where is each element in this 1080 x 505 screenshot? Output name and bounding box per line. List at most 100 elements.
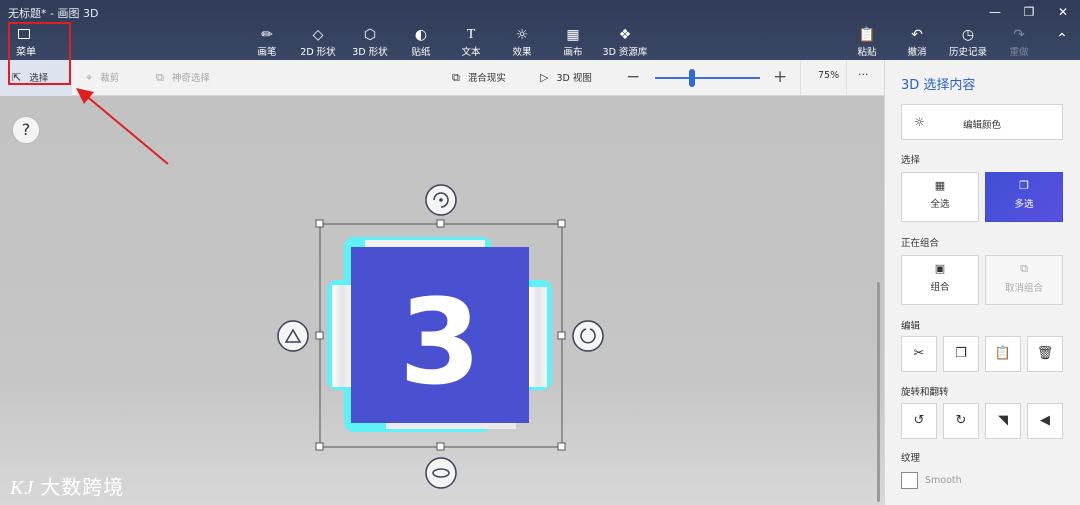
group-section-label: 正在组合 — [901, 238, 940, 249]
multi-select-label: 多选 — [1014, 199, 1034, 210]
properties-panel: 3D 选择内容 ☼ 编辑颜色 选择 ▦ 全选 ❐ 多选 正在组合 ▣ 组合 ⧉ … — [884, 60, 1080, 505]
tool-label: 画布 — [563, 47, 583, 58]
ungroup-button[interactable]: ⧉ 取消组合 — [985, 255, 1063, 305]
trash-icon: 🗑 — [1036, 346, 1054, 361]
3d-view-label: 3D 视图 — [556, 73, 592, 84]
undo-icon: ↶ — [911, 27, 923, 43]
text-icon: T — [466, 27, 476, 42]
zoom-slider-track[interactable] — [655, 77, 760, 79]
window-title: 无标题* - 画图 3D — [8, 7, 99, 20]
redo-icon: ↷ — [1013, 27, 1025, 43]
move-depth-handle[interactable] — [425, 457, 457, 489]
title-bar: 无标题* - 画图 3D — ❐ ✕ — [0, 0, 1080, 24]
zoom-slider-thumb[interactable] — [688, 69, 695, 87]
annotation-highlight-box — [8, 22, 71, 85]
chevron-up-icon: ⌃ — [1056, 31, 1068, 47]
flip-horizontal-icon: ◥ — [998, 413, 1008, 428]
texture-section-label: 纹理 — [901, 453, 921, 464]
zoom-in-button[interactable]: + — [773, 67, 787, 87]
paste-icon: 📋 — [858, 27, 876, 43]
copy-icon: ❐ — [955, 346, 967, 361]
tool-label: 2D 形状 — [300, 47, 336, 58]
flip-vertical-icon: ◀ — [1040, 413, 1050, 428]
panel-title: 3D 选择内容 — [901, 78, 976, 93]
multi-select-button[interactable]: ❐ 多选 — [985, 172, 1063, 222]
tool-3d-shapes[interactable]: ⬡ 3D 形状 — [350, 26, 390, 58]
edit-section-label: 编辑 — [901, 321, 921, 332]
canvas-icon: ▦ — [566, 27, 580, 43]
sticker-icon: ◐ — [414, 27, 428, 43]
tool-canvas[interactable]: ▦ 画布 — [558, 26, 588, 58]
copy-button[interactable]: ❐ — [943, 336, 979, 372]
group-button[interactable]: ▣ 组合 — [901, 255, 979, 305]
tool-2d-shapes[interactable]: ◇ 2D 形状 — [298, 26, 338, 58]
brush-icon: ✏ — [261, 27, 273, 43]
mixed-reality-button[interactable]: ⧉ 混合现实 — [452, 70, 506, 85]
divider — [846, 60, 847, 96]
vertical-scrollbar[interactable] — [877, 282, 880, 502]
paste-panel-button[interactable]: 📋 — [985, 336, 1021, 372]
effects-icon: ☼ — [515, 27, 529, 43]
annotation-arrow — [76, 88, 169, 165]
restore-icon[interactable]: ❐ — [1014, 3, 1044, 21]
select-all-icon: ▦ — [934, 179, 946, 192]
watermark-logo: KJ — [10, 477, 35, 499]
tool-text[interactable]: T 文本 — [456, 26, 486, 58]
group-icon: ▣ — [934, 262, 946, 275]
minimize-icon[interactable]: — — [980, 3, 1010, 21]
cube-number: 3 — [399, 273, 481, 411]
3d-view-button[interactable]: ▷ 3D 视图 — [540, 70, 592, 84]
smooth-checkbox[interactable] — [901, 472, 918, 489]
ribbon: 无标题* - 画图 3D — ❐ ✕ 菜单 ✏ 画笔 ◇ 2D 形状 ⬡ 3D … — [0, 0, 1080, 60]
rotate-z-handle[interactable] — [425, 184, 457, 216]
tool-label: 文本 — [461, 47, 481, 58]
flip-vertical-button[interactable]: ◀ — [1027, 403, 1063, 439]
rotate-right-icon: ↻ — [955, 413, 967, 428]
redo-button[interactable]: ↷ 重做 — [1004, 26, 1034, 58]
tool-label: 画笔 — [257, 47, 277, 58]
mixed-reality-icon: ⧉ — [452, 71, 460, 84]
zoom-level[interactable]: 75% — [818, 70, 839, 81]
3d-library-icon: ❖ — [618, 27, 632, 43]
tool-label: 历史记录 — [948, 47, 987, 58]
tool-sticker[interactable]: ◐ 贴纸 — [406, 26, 436, 58]
tool-label: 效果 — [512, 47, 532, 58]
tool-label: 重做 — [1009, 47, 1029, 58]
more-icon[interactable]: ··· — [858, 68, 869, 81]
zoom-out-button[interactable]: − — [626, 67, 640, 87]
rotate-left-button[interactable]: ↺ — [901, 403, 937, 439]
rotate-left-icon: ↺ — [913, 413, 925, 428]
close-icon[interactable]: ✕ — [1048, 3, 1078, 21]
rotate-right-button[interactable]: ↻ — [943, 403, 979, 439]
2d-shapes-icon: ◇ — [312, 27, 324, 43]
tool-label: 3D 资源库 — [602, 47, 648, 58]
flip-horizontal-button[interactable]: ◥ — [985, 403, 1021, 439]
paste-icon: 📋 — [994, 346, 1012, 361]
scissors-icon: ✂ — [913, 346, 925, 361]
3d-view-icon: ▷ — [540, 71, 549, 84]
rotate-x-handle[interactable] — [277, 320, 309, 352]
tool-label: 撤消 — [907, 47, 927, 58]
watermark: KJ 大数跨境 — [10, 471, 124, 500]
multi-select-icon: ❐ — [1019, 179, 1029, 192]
undo-button[interactable]: ↶ 撤消 — [902, 26, 932, 58]
rotate-section-label: 旋转和翻转 — [901, 387, 949, 398]
tool-label: 3D 形状 — [352, 47, 388, 58]
select-section-label: 选择 — [901, 155, 921, 166]
ungroup-icon: ⧉ — [1020, 262, 1028, 275]
paste-button[interactable]: 📋 粘贴 — [852, 26, 882, 58]
select-all-button[interactable]: ▦ 全选 — [901, 172, 979, 222]
collapse-ribbon-button[interactable]: ⌃ — [1052, 30, 1072, 62]
delete-button[interactable]: 🗑 — [1027, 336, 1063, 372]
history-button[interactable]: ◷ 历史记录 — [944, 26, 992, 58]
rotate-y-handle[interactable] — [572, 320, 604, 352]
tool-effects[interactable]: ☼ 效果 — [507, 26, 537, 58]
tool-brush[interactable]: ✏ 画笔 — [252, 26, 282, 58]
ungroup-label: 取消组合 — [1004, 283, 1043, 294]
history-icon: ◷ — [961, 27, 975, 43]
cut-button[interactable]: ✂ — [901, 336, 937, 372]
tool-3d-library[interactable]: ❖ 3D 资源库 — [600, 26, 650, 58]
tool-label: 粘贴 — [857, 47, 877, 58]
tool-label: 贴纸 — [411, 47, 431, 58]
edit-color-button[interactable]: ☼ 编辑颜色 — [901, 104, 1063, 140]
